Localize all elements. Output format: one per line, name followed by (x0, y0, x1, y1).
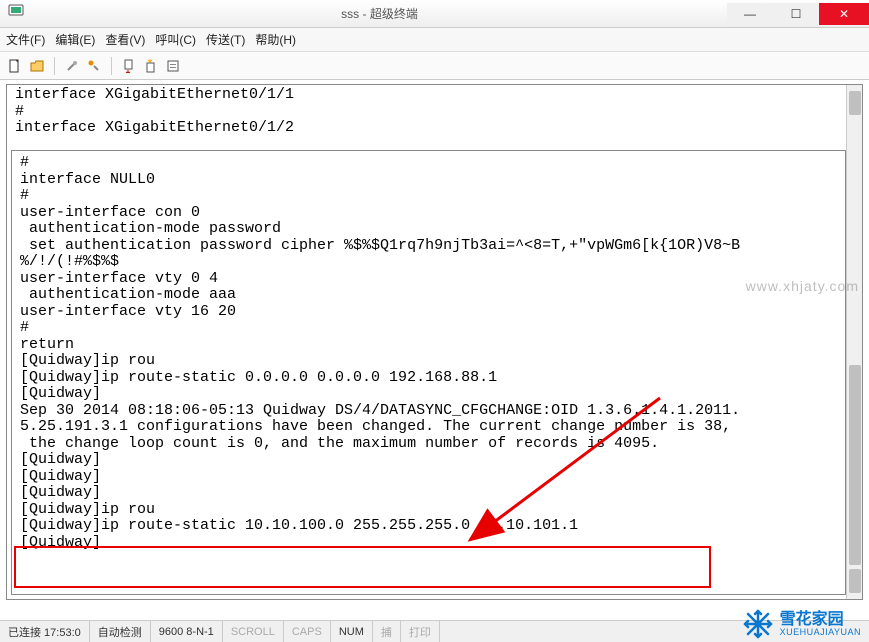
new-file-icon[interactable] (6, 57, 24, 75)
send-icon[interactable] (120, 57, 138, 75)
status-baud: 9600 8-N-1 (151, 621, 223, 642)
snowflake-icon (742, 608, 774, 640)
close-button[interactable]: ✕ (819, 3, 869, 25)
status-autodetect: 自动检测 (90, 621, 151, 642)
toolbar-separator (111, 57, 112, 75)
logo-text-en: XUEHUAJIAYUAN (780, 628, 861, 637)
status-print: 打印 (401, 621, 440, 642)
receive-icon[interactable] (142, 57, 160, 75)
menu-edit[interactable]: 编辑(E) (55, 31, 95, 48)
watermark: www.xhjaty.com (746, 278, 859, 294)
vertical-scrollbar[interactable] (846, 85, 862, 599)
menubar: 文件(F) 编辑(E) 查看(V) 呼叫(C) 传送(T) 帮助(H) (0, 28, 869, 52)
open-file-icon[interactable] (28, 57, 46, 75)
logo-text-cn: 雪花家园 (780, 612, 861, 628)
status-scroll: SCROLL (223, 621, 284, 642)
status-caps: CAPS (284, 621, 331, 642)
toolbar (0, 52, 869, 80)
titlebar: sss - 超级终端 — ☐ ✕ (0, 0, 869, 28)
menu-call[interactable]: 呼叫(C) (155, 31, 196, 48)
terminal-area[interactable]: interface XGigabitEthernet0/1/1 # interf… (6, 84, 863, 600)
menu-transfer[interactable]: 传送(T) (206, 31, 245, 48)
maximize-button[interactable]: ☐ (773, 3, 819, 25)
scroll-thumb[interactable] (849, 365, 861, 565)
terminal-inner-box: # interface NULL0 # user-interface con 0… (11, 150, 846, 595)
properties-icon[interactable] (164, 57, 182, 75)
menu-file[interactable]: 文件(F) (6, 31, 45, 48)
footer-logo: 雪花家园 XUEHUAJIAYUAN (742, 608, 861, 640)
statusbar: 已连接 17:53:0 自动检测 9600 8-N-1 SCROLL CAPS … (0, 620, 869, 642)
terminal-content: # interface NULL0 # user-interface con 0… (16, 153, 841, 553)
status-num: NUM (331, 621, 373, 642)
terminal-top-lines: interface XGigabitEthernet0/1/1 # interf… (7, 85, 862, 139)
menu-help[interactable]: 帮助(H) (255, 31, 296, 48)
toolbar-separator (54, 57, 55, 75)
disconnect-icon[interactable] (85, 57, 103, 75)
minimize-button[interactable]: — (727, 3, 773, 25)
status-capture: 捕 (373, 621, 401, 642)
window-title: sss - 超级终端 (32, 5, 727, 22)
connect-icon[interactable] (63, 57, 81, 75)
status-connected: 已连接 17:53:0 (0, 621, 90, 642)
app-icon (8, 3, 24, 24)
scroll-down-button[interactable] (849, 569, 861, 593)
scroll-up-button[interactable] (849, 91, 861, 115)
menu-view[interactable]: 查看(V) (105, 31, 145, 48)
window-controls: — ☐ ✕ (727, 3, 869, 25)
